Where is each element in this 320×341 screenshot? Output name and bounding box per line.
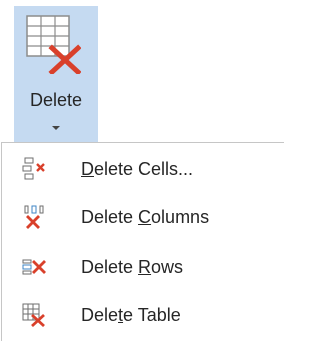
delete-table-icon — [26, 15, 81, 74]
menu-item-delete-table[interactable]: Delete Table — [2, 293, 284, 337]
menu-item-delete-rows[interactable]: Delete Rows — [2, 245, 284, 289]
menu-item-delete-cells[interactable]: Delete Cells... — [2, 147, 284, 191]
delete-dropdown-root: Delete Delete Cells... Delete Columns De… — [0, 0, 284, 341]
chevron-down-icon[interactable] — [52, 126, 60, 130]
menu-item-label: Delete Table — [81, 305, 181, 325]
menu-item-label: Delete Rows — [81, 257, 184, 277]
delete-button-label: Delete — [29, 90, 83, 110]
delete-cells-icon — [22, 157, 45, 180]
delete-menu: Delete Cells... Delete Columns Delete Ro… — [1, 142, 284, 341]
menu-item-delete-columns[interactable]: Delete Columns — [2, 195, 284, 239]
delete-table-icon — [22, 303, 45, 327]
menu-item-label: Delete Cells... — [81, 159, 194, 179]
menu-item-label: Delete Columns — [81, 207, 210, 227]
delete-columns-icon — [24, 205, 44, 229]
delete-rows-icon — [22, 259, 46, 275]
delete-button[interactable]: Delete — [14, 6, 98, 142]
